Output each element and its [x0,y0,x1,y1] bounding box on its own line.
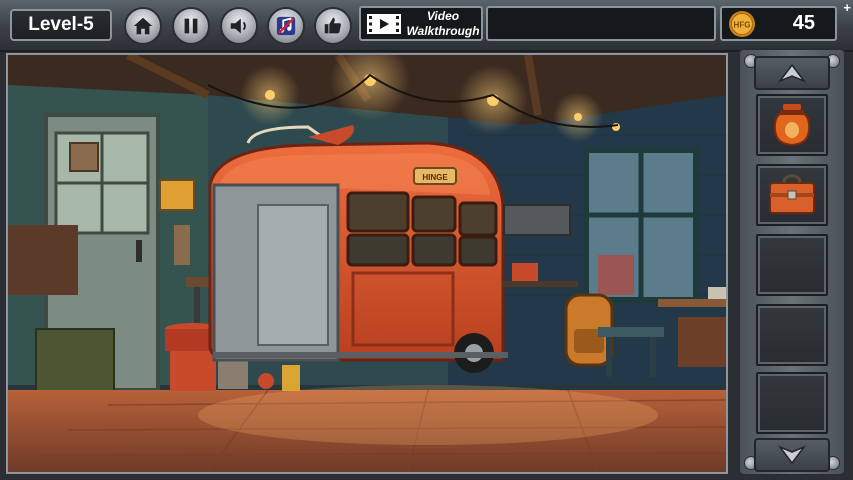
bus-window [458,201,498,237]
garage-scene: HINGE [8,55,726,472]
inventory-slot-4[interactable] [756,304,828,366]
bucket [218,359,248,389]
coin-label: HFG [734,21,751,30]
red-toolbox[interactable] [512,263,538,281]
inventory-slot-2[interactable] [756,164,828,226]
pause-button[interactable] [172,7,210,45]
inventory-scroll-up-button[interactable] [754,56,830,90]
film-icon [367,14,401,34]
toolbox-item-icon[interactable] [767,173,817,217]
inventory-slot-3[interactable] [756,234,828,296]
wooden-box[interactable] [678,317,726,367]
bus-window [411,195,457,233]
red-bus[interactable]: HINGE [208,125,508,373]
add-coins-button[interactable]: + [843,0,851,15]
shelf-box [503,204,571,236]
inventory-panel [738,48,846,476]
shelf [502,281,578,287]
hint-message-box [486,6,716,41]
sound-icon [230,18,246,34]
jar-item-icon[interactable] [772,102,812,148]
video-walkthrough-button[interactable]: Video Walkthrough [359,6,483,41]
coin-counter: HFG 45 [720,6,837,41]
inventory-slot-1[interactable] [756,94,828,156]
video-label: Video Walkthrough [405,9,481,39]
arrow-down-icon [778,445,806,465]
sound-button[interactable] [220,7,258,45]
inventory-scroll-down-button[interactable] [754,438,830,472]
inventory-slot-5[interactable] [756,372,828,434]
home-icon [133,17,153,35]
bus-window [458,235,498,267]
coin-icon: HFG [729,11,755,37]
bus-window [346,233,410,267]
pause-icon [184,18,198,34]
home-button[interactable] [124,7,162,45]
level-indicator: Level-5 [10,9,112,41]
oil-can[interactable] [282,365,300,391]
thumbs-up-icon [324,17,341,34]
small-ball[interactable] [258,373,274,389]
video-label-line1: Video [426,9,460,23]
small-jar[interactable] [708,287,726,299]
game-scene: HINGE [6,53,728,474]
top-bar: Level-5 Video Walkthrough HFG 45 + [0,0,853,52]
stool [598,327,664,337]
video-label-line2: Walkthrough [406,24,480,38]
wall-sign [159,179,195,211]
level-label: Level-5 [28,14,94,35]
bus-plate-text: HINGE [422,173,448,182]
bus-window [346,191,410,233]
like-button[interactable] [314,7,352,45]
music-icon [276,16,296,36]
music-button[interactable] [267,7,305,45]
right-window[interactable] [583,147,699,303]
coin-count: 45 [792,12,815,34]
fuse-box [174,225,190,265]
bus-window [411,233,457,267]
side-table [658,299,726,307]
arrow-up-icon [778,63,806,83]
wooden-crate [8,225,78,295]
